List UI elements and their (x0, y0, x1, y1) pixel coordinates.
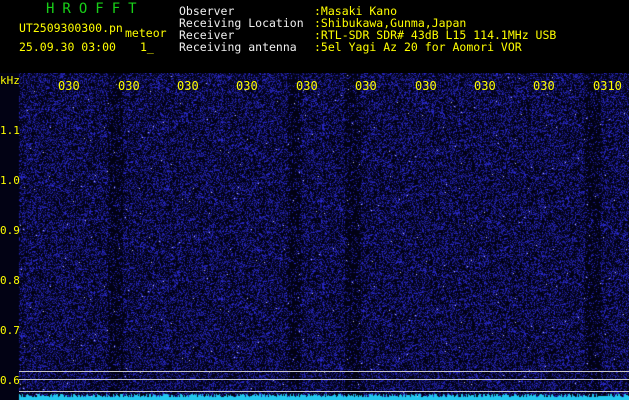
time-tick: 030 (355, 79, 377, 93)
marker-line-mid (19, 379, 629, 380)
freq-tick: 0.7 (0, 324, 20, 337)
filename-label: UT2509300300.pn (19, 21, 123, 35)
antenna-label: Receiving antenna (179, 40, 297, 54)
app-title: HROFFT (46, 1, 145, 17)
time-tick: 030 (118, 79, 140, 93)
freq-tick: 1.0 (0, 174, 20, 187)
time-tick: 030 (415, 79, 437, 93)
spectrogram-canvas (0, 73, 629, 400)
time-tick: 030 (58, 79, 80, 93)
marker-line-lower (19, 391, 629, 392)
freq-tick: 0.9 (0, 224, 20, 237)
antenna-value: :5el Yagi Az 20 for Aomori VOR (314, 40, 522, 54)
freq-tick: 0.6 (0, 374, 20, 387)
counter-label: 1_ (140, 40, 154, 54)
marker-line-upper (19, 371, 629, 372)
freq-unit-label: kHz (0, 74, 20, 87)
mode-label: meteor (125, 26, 167, 40)
freq-tick: 1.1 (0, 124, 20, 137)
time-tick: 030 (177, 79, 199, 93)
time-tick: 030 (296, 79, 318, 93)
date-time-label: 25.09.30 03:00 (19, 40, 116, 54)
time-tick: 030 (533, 79, 555, 93)
time-tick: 030 (474, 79, 496, 93)
time-tick: 0310 (593, 79, 622, 93)
time-tick: 030 (236, 79, 258, 93)
freq-tick: 0.8 (0, 274, 20, 287)
